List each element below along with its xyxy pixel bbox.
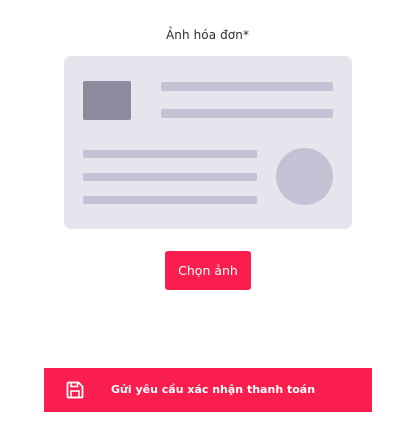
placeholder-line [83,196,257,204]
submit-payment-confirmation-button[interactable]: Gửi yêu cầu xác nhận thanh toán [44,368,372,412]
placeholder-avatar [276,148,333,205]
placeholder-line [83,173,257,181]
invoice-image-label: Ảnh hóa đơn* [165,28,250,42]
submit-button-label: Gửi yêu cầu xác nhận thanh toán [111,383,316,396]
payment-confirmation-form: Ảnh hóa đơn* Chọn ảnh Gửi yêu cầu xác nh… [0,0,399,424]
save-icon [66,381,84,399]
placeholder-line [161,109,333,118]
id-card-placeholder-icon [64,56,352,229]
placeholder-line [83,150,257,158]
choose-image-button[interactable]: Chọn ảnh [165,251,251,290]
placeholder-photo [83,81,131,120]
placeholder-line [161,82,333,91]
